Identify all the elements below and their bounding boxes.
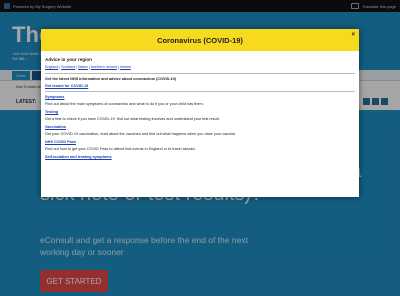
divider [45, 73, 355, 74]
link-nhs-covid-pass[interactable]: NHS COVID Pass [45, 140, 355, 144]
link-testing[interactable]: Testing [45, 110, 355, 114]
divider [45, 91, 355, 92]
modal-title: Coronavirus (COVID-19) [157, 35, 243, 45]
nhs-info-heading: Get the latest NHS information and advic… [45, 77, 177, 81]
covid-modal: Coronavirus (COVID-19) × Advice in your … [41, 29, 359, 197]
region-link-england[interactable]: England [45, 65, 58, 69]
link-get-tested[interactable]: Get tested for COVID-19 [45, 84, 355, 88]
close-icon[interactable]: × [351, 32, 355, 38]
testing-desc: Get a test to check if you have COVID-19… [45, 117, 220, 121]
region-links: England | Scotland | Wales | Northern Ir… [45, 65, 131, 69]
link-symptoms[interactable]: Symptoms [45, 95, 355, 99]
link-vaccination[interactable]: Vaccination [45, 125, 355, 129]
symptoms-desc: Find out about the main symptoms of coro… [45, 102, 204, 106]
link-self-isolation[interactable]: Self-isolation and treating symptoms [45, 155, 355, 159]
region-link-scotland[interactable]: Scotland [61, 65, 75, 69]
region-link-ireland[interactable]: Ireland [120, 65, 131, 69]
covid-pass-desc: Find out how to get your COVID Pass to a… [45, 147, 196, 151]
modal-body: Advice in your region England | Scotland… [45, 57, 355, 162]
advice-heading: Advice in your region [45, 57, 92, 62]
region-link-northern-ireland[interactable]: Northern Ireland [91, 65, 117, 69]
modal-header: Coronavirus (COVID-19) × [41, 29, 359, 51]
vaccination-desc: Get your COVID-19 vaccination, read abou… [45, 132, 237, 136]
region-link-wales[interactable]: Wales [78, 65, 88, 69]
